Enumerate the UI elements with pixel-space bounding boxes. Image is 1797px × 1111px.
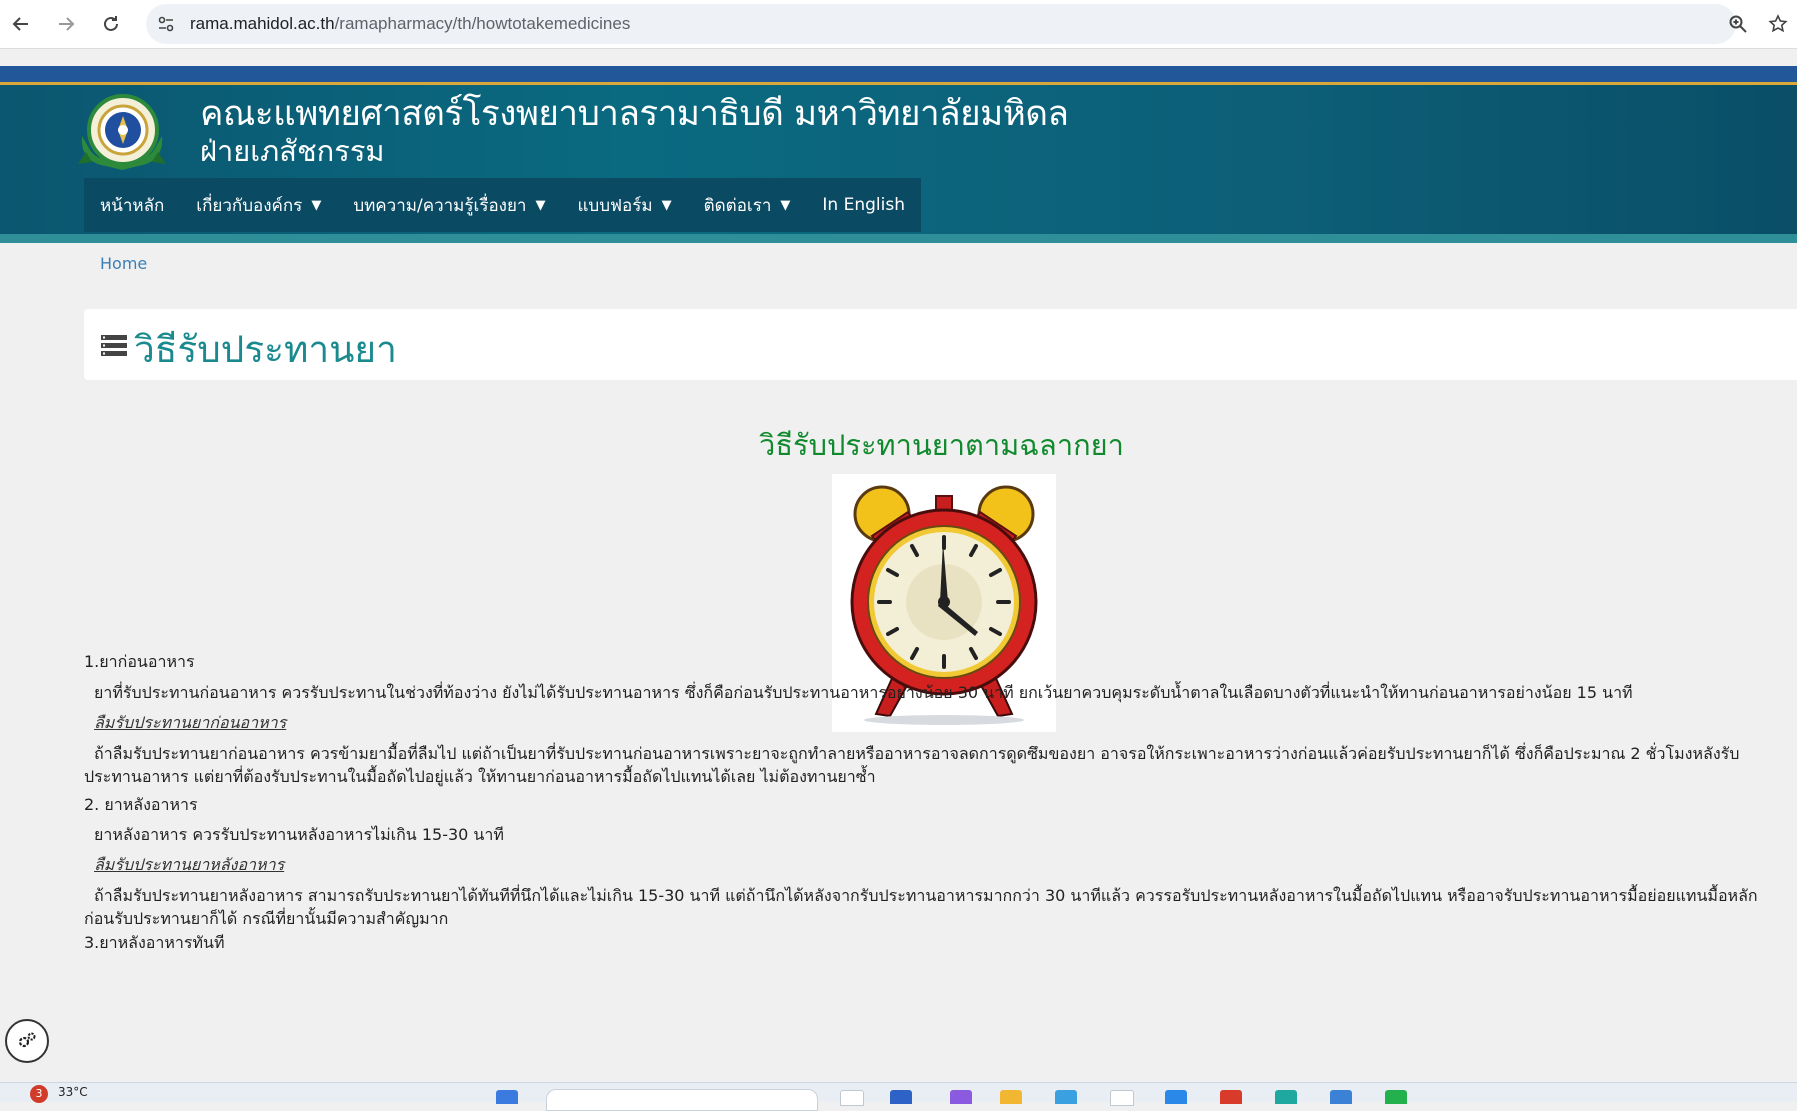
reload-icon[interactable] xyxy=(95,8,127,40)
menu-item-contact[interactable]: ติดต่อเรา ▼ xyxy=(688,178,807,232)
menu-item-about[interactable]: เกี่ยวกับองค์กร ▼ xyxy=(180,178,337,232)
section-1-forgot-heading: ลืมรับประทานยาก่อนอาหาร xyxy=(84,711,286,734)
site-subtitle: ฝ่ายเภสัชกรรม xyxy=(200,134,385,168)
menu-item-english[interactable]: In English xyxy=(806,178,921,232)
weather-temperature[interactable]: 33°C xyxy=(58,1085,88,1099)
zoom-icon[interactable] xyxy=(1724,10,1752,38)
faculty-logo[interactable] xyxy=(76,92,170,172)
breadcrumb-home-link[interactable]: Home xyxy=(100,254,147,273)
header-gold-line xyxy=(0,82,1797,85)
line-app-icon[interactable] xyxy=(1385,1090,1407,1104)
task-view-icon[interactable] xyxy=(840,1090,864,1106)
section-3-heading: 3.ยาหลังอาหารทันที xyxy=(84,931,225,949)
teams-icon[interactable] xyxy=(950,1090,972,1104)
start-icon[interactable] xyxy=(496,1090,518,1104)
forgot-heading-text: ลืมรับประทานยาก่อนอาหาร xyxy=(94,713,287,732)
list-icon xyxy=(101,335,127,357)
section-2-heading: 2. ยาหลังอาหาร xyxy=(84,793,198,816)
section-heading-text: 3.ยาหลังอาหารทันที xyxy=(84,933,225,949)
taskbar-search-box[interactable] xyxy=(546,1089,818,1111)
section-heading-text: 1.ยาก่อนอาหาร xyxy=(84,652,195,671)
article-subheading: วิธีรับประทานยาตามฉลากยา xyxy=(759,428,1124,462)
back-arrow-icon[interactable] xyxy=(5,8,37,40)
menu-item-forms[interactable]: แบบฟอร์ม ▼ xyxy=(561,178,687,232)
chrome-icon[interactable] xyxy=(1220,1090,1242,1104)
dropdown-caret-icon: ▼ xyxy=(661,197,672,213)
menu-item-home[interactable]: หน้าหลัก xyxy=(84,178,180,232)
header-top-strip xyxy=(0,66,1797,82)
header-bottom-bar xyxy=(0,234,1797,243)
dropdown-caret-icon: ▼ xyxy=(535,197,546,213)
section-1-forgot-body: ถ้าลืมรับประทานยาก่อนอาหาร ควรข้ามยามื้อ… xyxy=(84,744,1740,786)
accessibility-settings-button[interactable] xyxy=(5,1019,49,1063)
edge-icon[interactable] xyxy=(1275,1090,1297,1104)
store-icon[interactable] xyxy=(1055,1090,1077,1104)
weather-badge[interactable]: 3 xyxy=(30,1085,48,1103)
url-host: rama.mahidol.ac.th xyxy=(190,14,335,33)
menu-item-label: เกี่ยวกับองค์กร xyxy=(196,195,303,216)
section-2-forgot-heading: ลืมรับประทานยาหลังอาหาร xyxy=(84,853,284,876)
main-menu: หน้าหลัก เกี่ยวกับองค์กร ▼ บทความ/ความรู… xyxy=(84,178,921,232)
menu-item-articles[interactable]: บทความ/ความรู้เรื่องยา ▼ xyxy=(337,178,561,232)
url-path: /ramapharmacy/th/howtotakemedicines xyxy=(334,14,631,33)
os-taskbar: 3 33°C xyxy=(0,1082,1797,1111)
page-title: วิธีรับประทานยา xyxy=(134,328,397,371)
url-text: rama.mahidol.ac.th/ramapharmacy/th/howto… xyxy=(190,14,630,34)
menu-item-label: In English xyxy=(822,195,905,215)
menu-item-label: หน้าหลัก xyxy=(100,195,165,216)
section-1-heading: 1.ยาก่อนอาหาร xyxy=(84,650,195,673)
section-heading-text: 2. ยาหลังอาหาร xyxy=(84,795,198,814)
widgets-icon[interactable] xyxy=(890,1090,912,1104)
section-2-forgot-body: ถ้าลืมรับประทานยาหลังอาหาร สามารถรับประท… xyxy=(84,886,1758,928)
section-1-body: ยาที่รับประทานก่อนอาหาร ควรรับประทานในช่… xyxy=(94,683,1633,702)
site-info-icon[interactable] xyxy=(156,14,176,34)
forward-arrow-icon[interactable] xyxy=(50,8,82,40)
gear-icon xyxy=(18,1032,36,1048)
bookmark-star-icon[interactable] xyxy=(1764,10,1792,38)
menu-item-label: แบบฟอร์ม xyxy=(577,195,653,216)
page-title-panel: วิธีรับประทานยา xyxy=(84,309,1797,380)
dropdown-caret-icon: ▼ xyxy=(780,197,791,213)
outlook-icon[interactable] xyxy=(1330,1090,1352,1104)
file-explorer-icon[interactable] xyxy=(1000,1090,1022,1104)
dropdown-caret-icon: ▼ xyxy=(311,197,322,213)
zoom-app-icon[interactable] xyxy=(1165,1090,1187,1104)
forgot-heading-text: ลืมรับประทานยาหลังอาหาร xyxy=(94,855,285,874)
browser-toolbar: rama.mahidol.ac.th/ramapharmacy/th/howto… xyxy=(0,0,1797,49)
address-bar[interactable]: rama.mahidol.ac.th/ramapharmacy/th/howto… xyxy=(146,4,1736,44)
menu-item-label: บทความ/ความรู้เรื่องยา xyxy=(353,195,527,216)
menu-item-label: ติดต่อเรา xyxy=(703,195,772,216)
mail-icon[interactable] xyxy=(1110,1090,1134,1106)
section-2-body: ยาหลังอาหาร ควรรับประทานหลังอาหารไม่เกิน… xyxy=(94,825,504,844)
